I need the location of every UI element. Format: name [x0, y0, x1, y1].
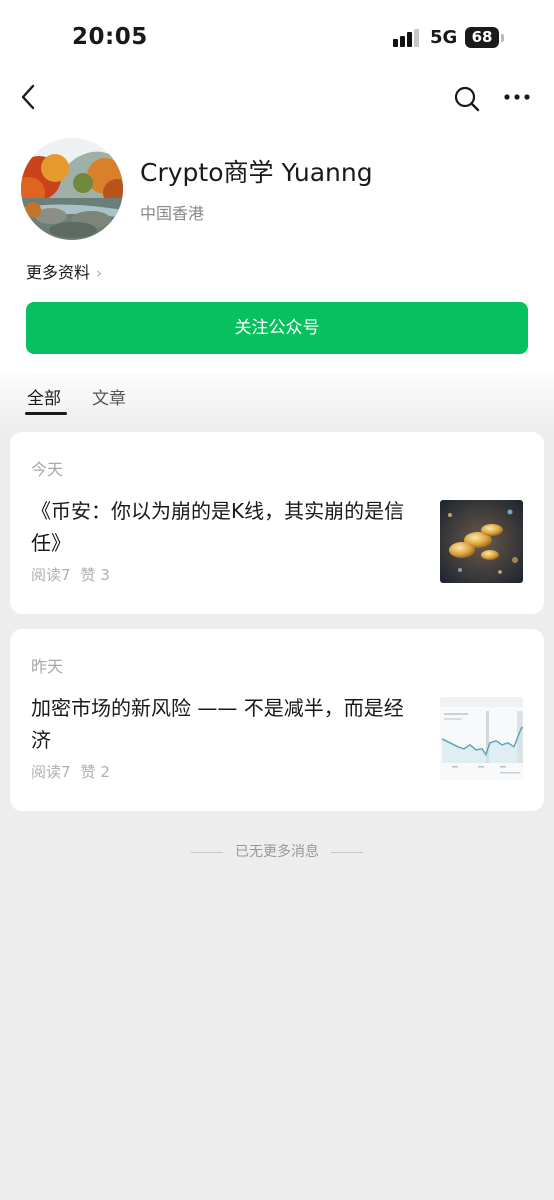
tab-all[interactable]: 全部: [27, 384, 61, 409]
active-tab-indicator: [25, 412, 67, 415]
profile-header: 20:05 5G 68 Crypto商学 Yuanng 中国香港 更多资料 › …: [0, 0, 554, 430]
article-title[interactable]: 加密市场的新风险 —— 不是减半，而是经济: [31, 692, 421, 756]
article-title[interactable]: 《币安：你以为崩的是K线，其实崩的是信任》: [31, 495, 421, 559]
article-stats: 阅读7 赞 3: [31, 564, 120, 585]
follow-button[interactable]: 关注公众号: [26, 302, 528, 354]
read-count: 阅读7: [31, 566, 71, 584]
like-count: 赞 3: [80, 566, 110, 584]
divider: [191, 851, 223, 853]
article-thumbnail-coins[interactable]: [440, 500, 523, 583]
like-count: 赞 2: [80, 763, 110, 781]
read-count: 阅读7: [31, 763, 71, 781]
feed-card[interactable]: 今天 《币安：你以为崩的是K线，其实崩的是信任》 阅读7 赞 3: [10, 432, 544, 614]
chevron-right-icon: ›: [96, 264, 103, 282]
tab-articles[interactable]: 文章: [92, 384, 126, 409]
status-bar: 20:05 5G 68: [0, 0, 554, 76]
network-label: 5G: [430, 27, 458, 48]
feed-day: 今天: [31, 460, 64, 479]
feed-card[interactable]: 昨天 加密市场的新风险 —— 不是减半，而是经济 阅读7 赞 2: [10, 629, 544, 811]
more-info-link[interactable]: 更多资料 ›: [26, 259, 102, 283]
article-thumbnail-chart[interactable]: [440, 697, 523, 780]
back-chevron-icon[interactable]: [16, 82, 44, 112]
no-more-label: 已无更多消息: [235, 844, 319, 860]
more-info-label: 更多资料: [26, 263, 91, 282]
status-time: 20:05: [72, 24, 148, 50]
signal-icon: [393, 29, 421, 47]
battery-cap: [501, 34, 504, 42]
article-stats: 阅读7 赞 2: [31, 761, 120, 782]
end-of-list: 已无更多消息: [0, 841, 554, 861]
feed-day: 昨天: [31, 657, 64, 676]
search-icon[interactable]: [452, 84, 482, 114]
account-name: Crypto商学 Yuanng: [140, 158, 373, 187]
more-dots-icon[interactable]: [503, 86, 531, 108]
battery-icon: 68: [465, 27, 499, 48]
avatar[interactable]: [21, 138, 123, 240]
account-location: 中国香港: [140, 204, 205, 223]
divider: [331, 851, 363, 853]
